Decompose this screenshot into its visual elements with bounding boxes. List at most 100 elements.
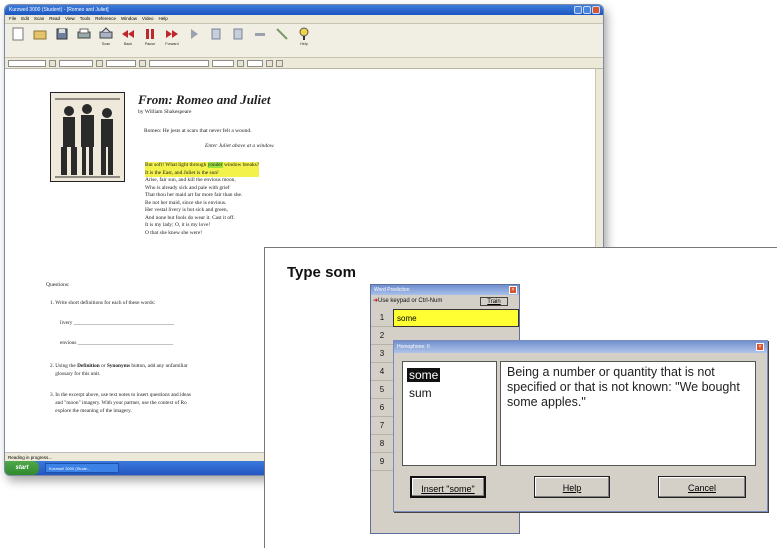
- open-button[interactable]: [31, 24, 49, 42]
- underline-icon[interactable]: [276, 59, 283, 67]
- highlighter-button[interactable]: [251, 24, 269, 42]
- dropdown-arrow-icon[interactable]: [96, 59, 103, 67]
- poem-line: Her vestal livery is but sick and green,: [145, 207, 228, 213]
- homophone-titlebar: Homophone: II ×: [394, 341, 767, 353]
- poem-line: It is my lady; O, it is my love!: [145, 222, 211, 228]
- insert-button[interactable]: Insert "some": [410, 476, 486, 498]
- menu-view[interactable]: View: [65, 15, 75, 23]
- word-prediction-titlebar: Word Prediction ×: [371, 285, 519, 295]
- maximize-button[interactable]: [583, 6, 591, 14]
- back-button[interactable]: Back: [119, 24, 137, 46]
- menu-bar: File Edit Scan Read View Tools Reference…: [5, 15, 603, 24]
- homophone-option-selected[interactable]: some: [407, 368, 441, 382]
- scan-button[interactable]: Scan: [97, 24, 115, 46]
- poem-line: Who is already sick and pale with grief: [145, 184, 230, 191]
- use-keypad-option[interactable]: ➜Use keypad or Ctrl-Num: [373, 297, 442, 304]
- homophone-dialog: Homophone: II × some sum Being a number …: [393, 340, 768, 512]
- cancel-button[interactable]: Cancel: [658, 476, 746, 498]
- menu-tools[interactable]: Tools: [80, 15, 91, 23]
- question-2: 2. Using the Definition or Synonyms butt…: [50, 363, 188, 377]
- current-word-highlight: yonder: [207, 162, 223, 168]
- scanner-icon: [99, 27, 113, 39]
- zoom-field[interactable]: [247, 59, 263, 67]
- pause-button[interactable]: Pause: [141, 24, 159, 46]
- new-document-button[interactable]: [9, 24, 27, 42]
- print-icon: [77, 28, 91, 39]
- poem-line: Be not her maid, since she is envious.: [145, 199, 227, 206]
- word-prediction-title: Word Prediction: [374, 287, 410, 293]
- speed-icon[interactable]: [139, 59, 146, 67]
- arrow-icon: [276, 28, 288, 40]
- poem-line: That thou her maid art far more fair tha…: [145, 192, 243, 198]
- speed-slider-icon[interactable]: [237, 59, 244, 67]
- save-button[interactable]: [53, 24, 71, 42]
- forward-button[interactable]: Forward: [163, 24, 181, 46]
- start-button[interactable]: start: [5, 461, 39, 475]
- homophone-option[interactable]: sum: [407, 386, 434, 400]
- pause-icon: [146, 29, 154, 39]
- questions-heading: Questions:: [46, 282, 70, 288]
- romeo-line: Romeo: He jests at scars that never felt…: [144, 128, 252, 134]
- menu-read[interactable]: Read: [49, 15, 60, 23]
- minimize-button[interactable]: [574, 6, 582, 14]
- question-1: 1. Write short definitions for each of t…: [50, 300, 156, 306]
- poem-line: And none but fools do wear it. Cast it o…: [145, 214, 235, 221]
- fast-forward-icon: [166, 30, 178, 38]
- menu-scan[interactable]: Scan: [34, 15, 44, 23]
- help-button[interactable]: Help: [295, 24, 313, 46]
- page-button[interactable]: [207, 24, 225, 42]
- taskbar-item[interactable]: Kurzweil 3000 (Stude...: [45, 463, 119, 473]
- poem-line-highlighted: It is the East, and Juliet is the sun!: [145, 169, 260, 177]
- poem-text: But soft! What light through yonder wind…: [145, 162, 260, 237]
- document-icon: [12, 27, 24, 41]
- highlighter-icon: [255, 33, 265, 36]
- menu-edit[interactable]: Edit: [21, 15, 29, 23]
- homophone-title: Homophone: II: [397, 344, 430, 350]
- play-button[interactable]: [185, 24, 203, 42]
- window-controls: [574, 6, 600, 14]
- close-icon[interactable]: ×: [509, 286, 517, 294]
- folder-icon: [33, 30, 47, 40]
- close-button[interactable]: [592, 6, 600, 14]
- menu-reference[interactable]: Reference: [95, 15, 116, 23]
- speed-field[interactable]: [212, 59, 234, 67]
- train-button[interactable]: Train: [480, 297, 508, 306]
- format-toolbar: [5, 58, 603, 69]
- page-icon: [211, 28, 221, 40]
- prediction-row[interactable]: 1 some: [371, 309, 519, 327]
- close-icon[interactable]: ×: [756, 343, 764, 351]
- menu-window[interactable]: Window: [121, 15, 137, 23]
- menu-file[interactable]: File: [9, 15, 16, 23]
- zoom-panel: Type som Word Prediction × ➜Use keypad o…: [264, 247, 777, 548]
- page-button-2[interactable]: [229, 24, 247, 42]
- help-icon: [299, 27, 309, 40]
- bold-icon[interactable]: [266, 59, 273, 67]
- page-icon: [233, 28, 243, 40]
- definition-text: Being a number or quantity that is not s…: [500, 361, 756, 466]
- typed-text: Type som: [287, 264, 356, 281]
- dropdown-arrow-icon[interactable]: [49, 59, 56, 67]
- help-button[interactable]: Help: [534, 476, 610, 498]
- woodcut-illustration: [50, 92, 125, 182]
- poem-line: O that she knew she were!: [145, 229, 203, 236]
- document-title: From: Romeo and Juliet: [138, 92, 271, 107]
- arrow-button[interactable]: [273, 24, 291, 42]
- save-icon: [56, 28, 68, 40]
- stage-direction: Enter Juliet above at a window.: [205, 143, 275, 149]
- menu-help[interactable]: Help: [158, 15, 167, 23]
- toolbar: Scan Back Pause Forward Help: [5, 24, 603, 58]
- homophone-list: some sum: [402, 361, 497, 466]
- definition-line-livery[interactable]: livery _________________________________…: [60, 320, 174, 326]
- menu-video[interactable]: Video: [142, 15, 153, 23]
- unit-select[interactable]: [106, 59, 136, 67]
- definition-line-envious[interactable]: envious ________________________________…: [60, 340, 173, 346]
- print-button[interactable]: [75, 24, 93, 42]
- font-select[interactable]: [8, 59, 46, 67]
- prediction-word: some: [393, 309, 519, 327]
- question-3: 3. In the excerpt above, use text notes …: [50, 392, 191, 414]
- reading-mode-select[interactable]: [59, 59, 93, 67]
- voice-select[interactable]: [149, 59, 209, 67]
- window-titlebar: Kurzweil 3000 (Student) - [Romeo and Jul…: [5, 5, 603, 15]
- play-icon: [191, 29, 198, 39]
- rewind-icon: [122, 30, 134, 38]
